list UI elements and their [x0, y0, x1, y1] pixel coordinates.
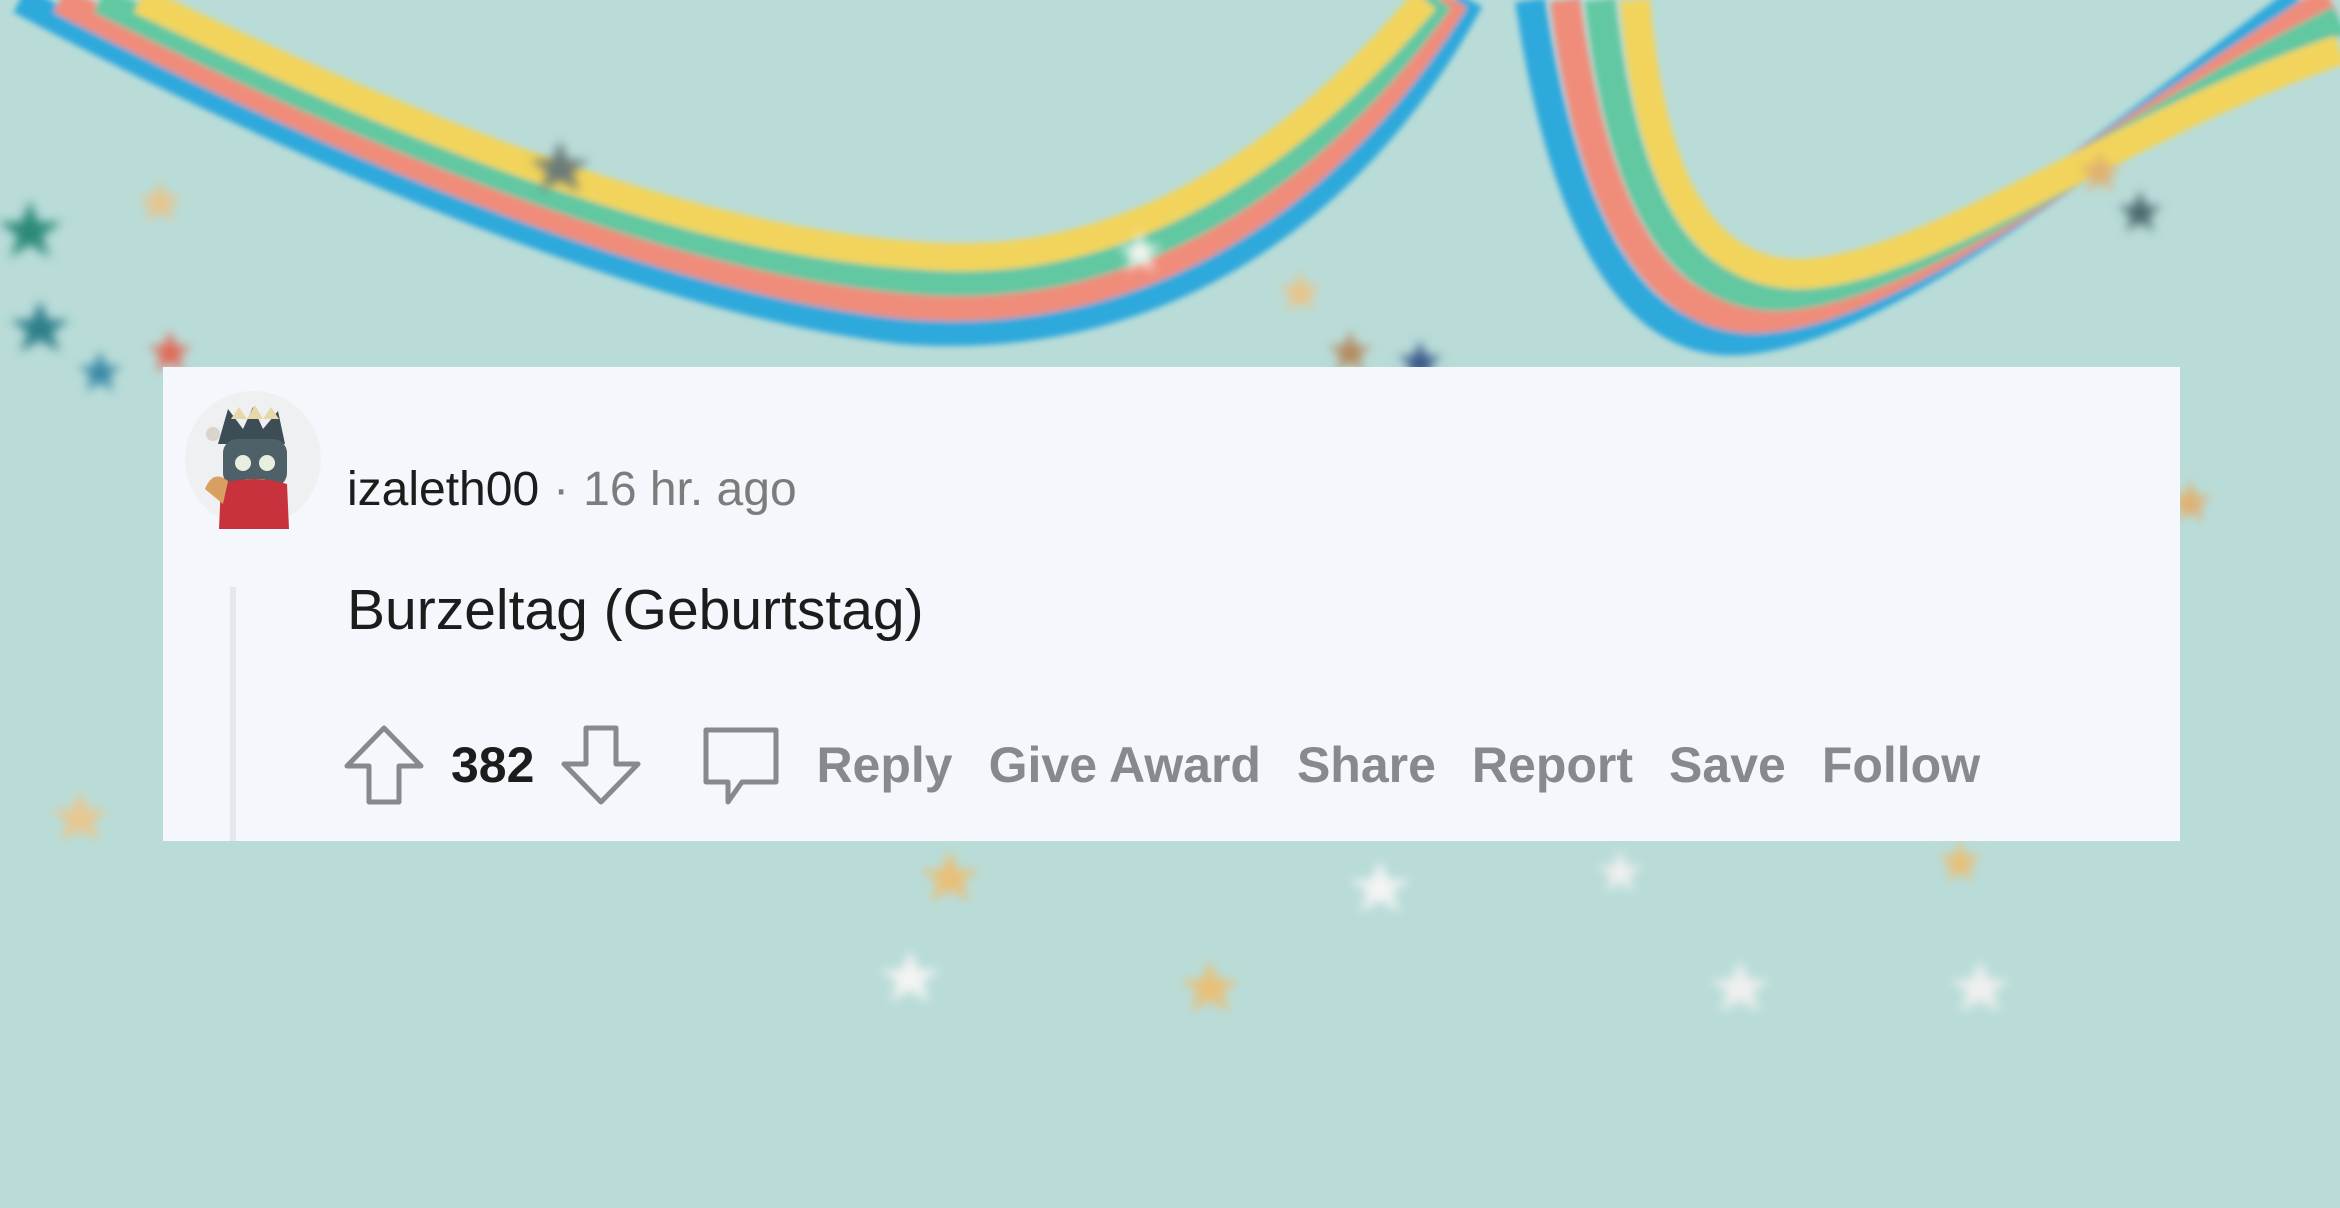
thread-line[interactable] [230, 587, 236, 841]
follow-button[interactable]: Follow [1822, 736, 1980, 794]
reply-button[interactable]: Reply [816, 736, 952, 794]
timestamp[interactable]: 16 hr. ago [583, 462, 797, 517]
vote-score: 382 [451, 737, 535, 793]
save-button[interactable]: Save [1669, 736, 1786, 794]
meta-separator: · [553, 462, 570, 516]
comment-body: Burzeltag (Geburtstag) [347, 578, 924, 642]
give-award-button[interactable]: Give Award [989, 736, 1261, 794]
share-button[interactable]: Share [1297, 736, 1436, 794]
downvote-arrow-icon[interactable] [556, 720, 646, 810]
comment-card: izaleth00 · 16 hr. ago Burzeltag (Geburt… [163, 367, 2180, 841]
comment-meta: izaleth00 · 16 hr. ago [347, 459, 797, 519]
username-link[interactable]: izaleth00 [347, 462, 539, 517]
upvote-arrow-icon[interactable] [339, 720, 429, 810]
user-avatar[interactable] [183, 389, 323, 529]
comment-bubble-icon[interactable] [696, 720, 786, 810]
comment-actions: 382 Reply Give Award Share Report Save F… [339, 715, 1980, 815]
report-button[interactable]: Report [1472, 736, 1633, 794]
